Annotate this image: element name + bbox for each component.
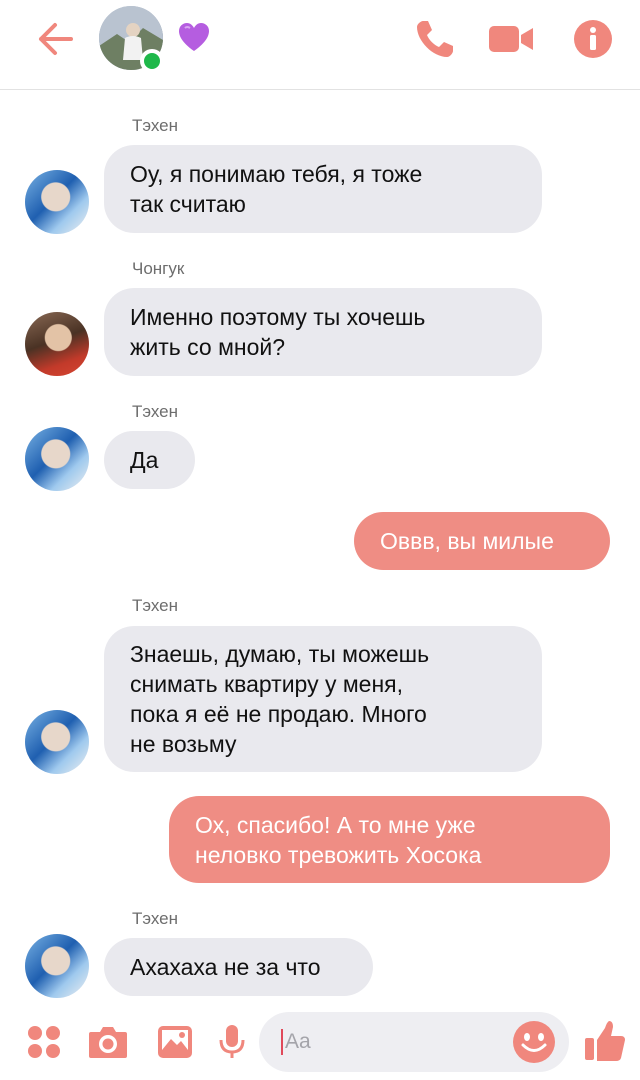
call-button[interactable] xyxy=(410,16,460,62)
video-call-button[interactable] xyxy=(486,16,536,62)
sender-name: Тэхен xyxy=(132,909,179,928)
image-icon xyxy=(158,1026,192,1058)
camera-icon xyxy=(89,1027,127,1058)
message-text-line: Ахахаха не за что xyxy=(130,954,321,980)
message-text-line: Знаешь, думаю, ты можешь xyxy=(130,641,430,667)
message-text-line: неловко тревожить Хосока xyxy=(195,841,482,868)
voice-message-button[interactable] xyxy=(216,1022,248,1062)
phone-icon xyxy=(417,21,453,57)
mic-icon xyxy=(219,1025,245,1058)
back-button[interactable] xyxy=(30,16,80,62)
message-bubble-incoming[interactable]: Оу, я понимаю тебя, я тоже так считаю xyxy=(104,145,542,233)
sender-avatar[interactable] xyxy=(25,312,89,376)
thumbs-up-icon xyxy=(585,1021,625,1061)
apps-icon xyxy=(28,1026,60,1058)
text-cursor xyxy=(281,1029,283,1055)
message-composer xyxy=(0,1000,640,1080)
arrow-left-icon xyxy=(39,23,73,55)
sender-name: Тэхен xyxy=(132,596,179,615)
online-status-dot xyxy=(140,49,164,73)
message-text-line: жить со мной? xyxy=(130,334,286,360)
sender-name: Тэхен xyxy=(132,116,179,135)
message-bubble-outgoing[interactable]: Оввв, вы милые xyxy=(354,512,610,570)
camera-button[interactable] xyxy=(86,1022,130,1062)
sender-avatar[interactable] xyxy=(25,170,89,234)
sender-avatar[interactable] xyxy=(25,710,89,774)
message-text-line: Ох, спасибо! А то мне уже xyxy=(195,811,476,838)
message-input[interactable] xyxy=(285,1024,485,1060)
message-text-line: Да xyxy=(130,447,159,473)
message-bubble-incoming[interactable]: Ахахаха не за что xyxy=(104,938,373,996)
info-button[interactable] xyxy=(568,16,618,62)
purple-heart-icon xyxy=(177,22,211,54)
sender-name: Тэхен xyxy=(132,402,179,421)
apps-button[interactable] xyxy=(24,1022,64,1062)
sender-name: Чонгук xyxy=(132,259,185,278)
message-text-line: так считаю xyxy=(130,191,246,217)
emoji-icon xyxy=(513,1021,555,1063)
sender-avatar[interactable] xyxy=(25,934,89,998)
video-camera-icon xyxy=(489,26,533,52)
message-text-line: пока я её не продаю. Много xyxy=(130,701,427,727)
message-bubble-incoming[interactable]: Именно поэтому ты хочешь жить со мной? xyxy=(104,288,542,376)
message-text-line: Оввв, вы милые xyxy=(380,528,554,554)
info-icon xyxy=(574,20,612,58)
message-text-line: Именно поэтому ты хочешь xyxy=(130,304,426,330)
sender-avatar[interactable] xyxy=(25,427,89,491)
chat-header xyxy=(0,0,640,90)
gallery-button[interactable] xyxy=(154,1022,196,1062)
emoji-button[interactable] xyxy=(511,1019,557,1065)
message-bubble-outgoing[interactable]: Ох, спасибо! А то мне уже неловко тревож… xyxy=(169,796,610,883)
message-bubble-incoming[interactable]: Знаешь, думаю, ты можешь снимать квартир… xyxy=(104,626,542,772)
message-text-line: Оу, я понимаю тебя, я тоже xyxy=(130,161,423,187)
like-button[interactable] xyxy=(582,1016,628,1066)
message-text-line: снимать квартиру у меня, xyxy=(130,671,404,697)
message-bubble-incoming[interactable]: Да xyxy=(104,431,195,489)
message-text-line: не возьму xyxy=(130,731,237,757)
message-input-box[interactable] xyxy=(259,1012,569,1072)
